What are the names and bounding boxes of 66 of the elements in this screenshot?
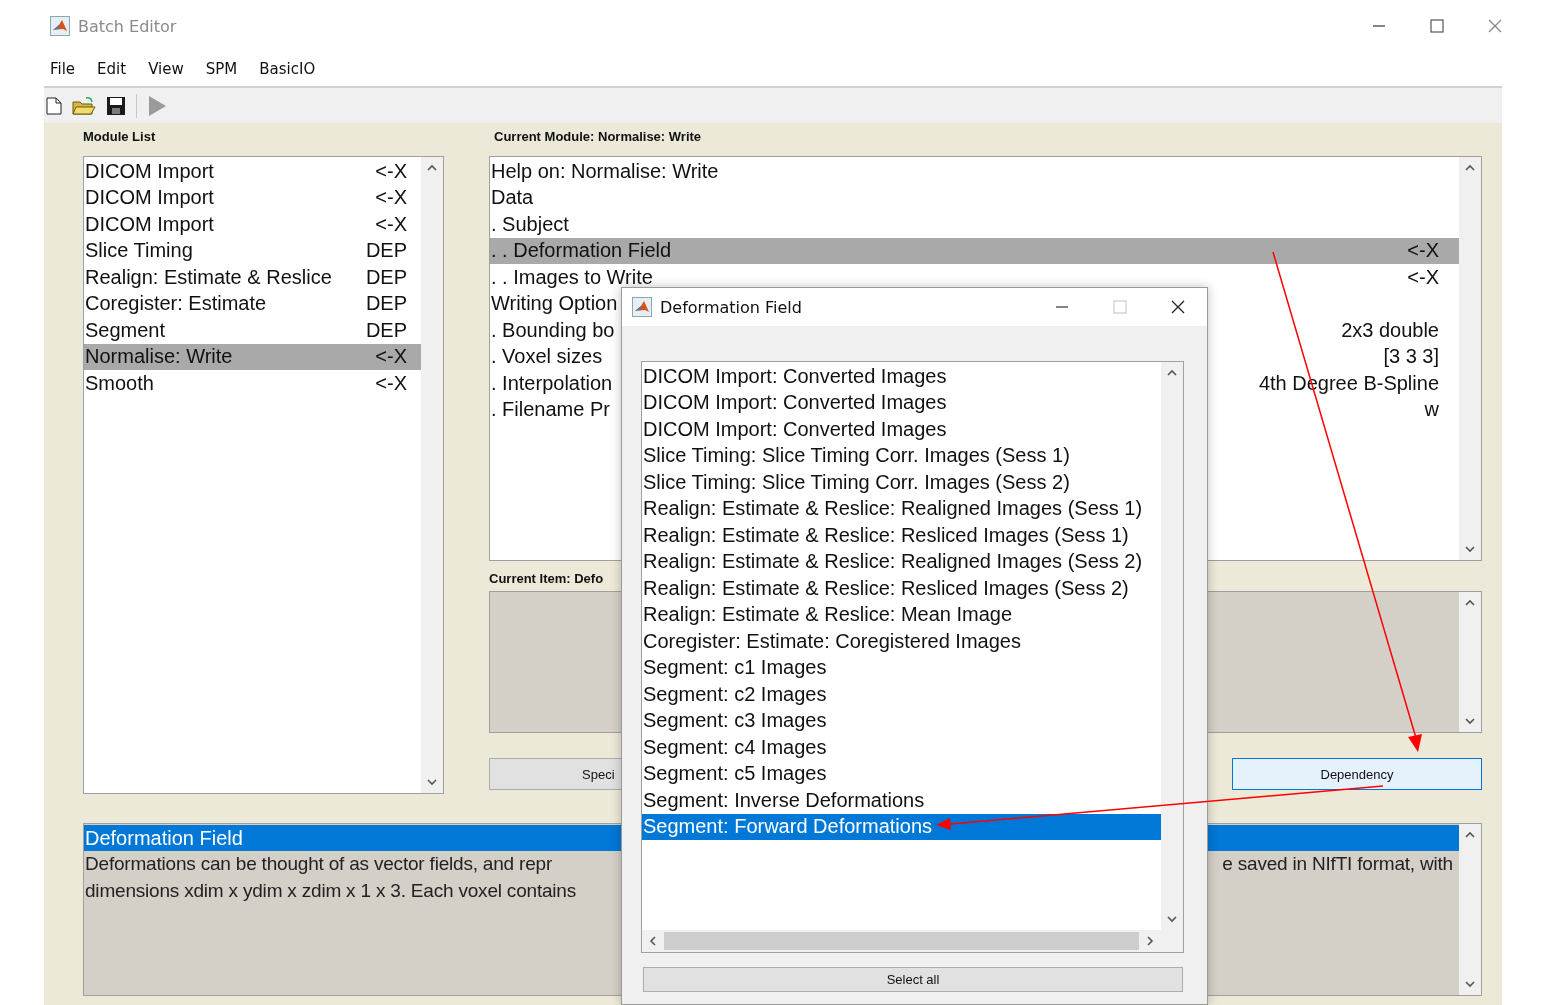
help-text: e saved in NIfTI format, with (1222, 853, 1453, 876)
scroll-up-icon[interactable] (1166, 368, 1178, 378)
dependency-list-item[interactable]: Segment: c4 Images (642, 734, 1161, 761)
dependency-list-item[interactable]: Segment: c3 Images (642, 707, 1161, 734)
dependency-list-item[interactable]: Realign: Estimate & Reslice: Resliced Images (Sess 2) (642, 575, 1161, 602)
dependency-list-item[interactable]: Segment: c1 Images (642, 654, 1161, 681)
scroll-up-icon[interactable] (1464, 598, 1476, 608)
module-list-item[interactable]: Realign: Estimate & Reslice DEP (84, 264, 421, 291)
section-label: Current Item: Defo (489, 570, 604, 588)
window-title: Batch Editor (78, 16, 177, 36)
dependency-list-item[interactable]: DICOM Import: Converted Images (642, 389, 1161, 416)
maximize-icon[interactable] (1430, 19, 1444, 33)
module-list-item[interactable]: Segment DEP (84, 317, 421, 344)
menu-item[interactable]: File (50, 60, 76, 78)
new-file-icon[interactable] (46, 96, 62, 115)
module-list-item[interactable]: Slice Timing DEP (84, 237, 421, 264)
menu-item[interactable]: BasicIO (259, 60, 316, 78)
scroll-up-icon[interactable] (1464, 830, 1476, 840)
dependency-list-item[interactable]: Segment: Forward Deformations (642, 813, 1161, 840)
help-text: dimensions xdim x ydim x zdim x 1 x 3. Each voxel contains (85, 879, 577, 902)
scroll-down-icon[interactable] (1464, 716, 1476, 726)
module-list-item[interactable]: DICOM Import <-X (84, 158, 421, 185)
app-icon (50, 16, 70, 36)
module-list-item[interactable]: Normalise: Write <-X (84, 343, 421, 370)
menu-item[interactable]: SPM (205, 60, 238, 78)
dependency-list-item[interactable]: DICOM Import: Converted Images (642, 416, 1161, 443)
open-folder-icon[interactable] (72, 95, 96, 116)
menu-item[interactable]: View (148, 60, 184, 78)
module-tree-item[interactable]: . . Images to Write <-X (490, 264, 1459, 291)
scroll-down-icon[interactable] (426, 777, 438, 787)
section-label: Current Module: Normalise: Write (493, 128, 702, 146)
dependency-list-item[interactable]: Coregister: Estimate: Coregistered Images (642, 628, 1161, 655)
module-list-item[interactable]: Coregister: Estimate DEP (84, 290, 421, 317)
scroll-down-icon[interactable] (1464, 979, 1476, 989)
module-tree-item[interactable]: . Subject (490, 211, 1459, 238)
scroll-right-icon[interactable] (1145, 935, 1155, 947)
dependency-list-item[interactable]: Segment: Inverse Deformations (642, 787, 1161, 814)
section-label: Module List (83, 128, 156, 146)
scroll-up-icon[interactable] (1464, 163, 1476, 173)
scrollbar-thumb[interactable] (664, 932, 1139, 950)
scroll-down-icon[interactable] (1464, 544, 1476, 554)
dependency-list-item[interactable]: Realign: Estimate & Reslice: Resliced Images (Sess 1) (642, 522, 1161, 549)
dependency-button[interactable]: Dependency (1232, 758, 1482, 790)
help-text: Deformations can be thought of as vector fields, and repr (85, 853, 553, 876)
dependency-list-item[interactable]: Slice Timing: Slice Timing Corr. Images (Sess 2) (642, 469, 1161, 496)
close-icon[interactable] (1171, 300, 1185, 314)
scroll-down-icon[interactable] (1166, 914, 1178, 924)
module-tree-item[interactable]: Help on: Normalise: Write (490, 158, 1459, 185)
module-tree-item[interactable]: . . Deformation Field <-X (490, 237, 1459, 264)
module-list-item[interactable]: DICOM Import <-X (84, 184, 421, 211)
module-list-item[interactable]: DICOM Import <-X (84, 211, 421, 238)
scroll-left-icon[interactable] (648, 935, 658, 947)
dependency-list-item[interactable]: DICOM Import: Converted Images (642, 363, 1161, 390)
module-list-item[interactable]: Smooth <-X (84, 370, 421, 397)
module-tree-item[interactable]: Data (490, 184, 1459, 211)
dependency-list-item[interactable]: Realign: Estimate & Reslice: Realigned Images (Sess 2) (642, 548, 1161, 575)
dependency-list-item[interactable]: Segment: c2 Images (642, 681, 1161, 708)
dialog-title: Deformation Field (660, 297, 802, 317)
scroll-up-icon[interactable] (426, 163, 438, 173)
save-icon[interactable] (106, 95, 126, 116)
dependency-list-item[interactable]: Slice Timing: Slice Timing Corr. Images (Sess 1) (642, 442, 1161, 469)
app-icon (632, 297, 652, 317)
dependency-list-item[interactable]: Realign: Estimate & Reslice: Mean Image (642, 601, 1161, 628)
dependency-list-item[interactable]: Realign: Estimate & Reslice: Realigned Images (Sess 1) (642, 495, 1161, 522)
select-all-button[interactable]: Select all (643, 967, 1183, 992)
menu-item[interactable]: Edit (97, 60, 127, 78)
